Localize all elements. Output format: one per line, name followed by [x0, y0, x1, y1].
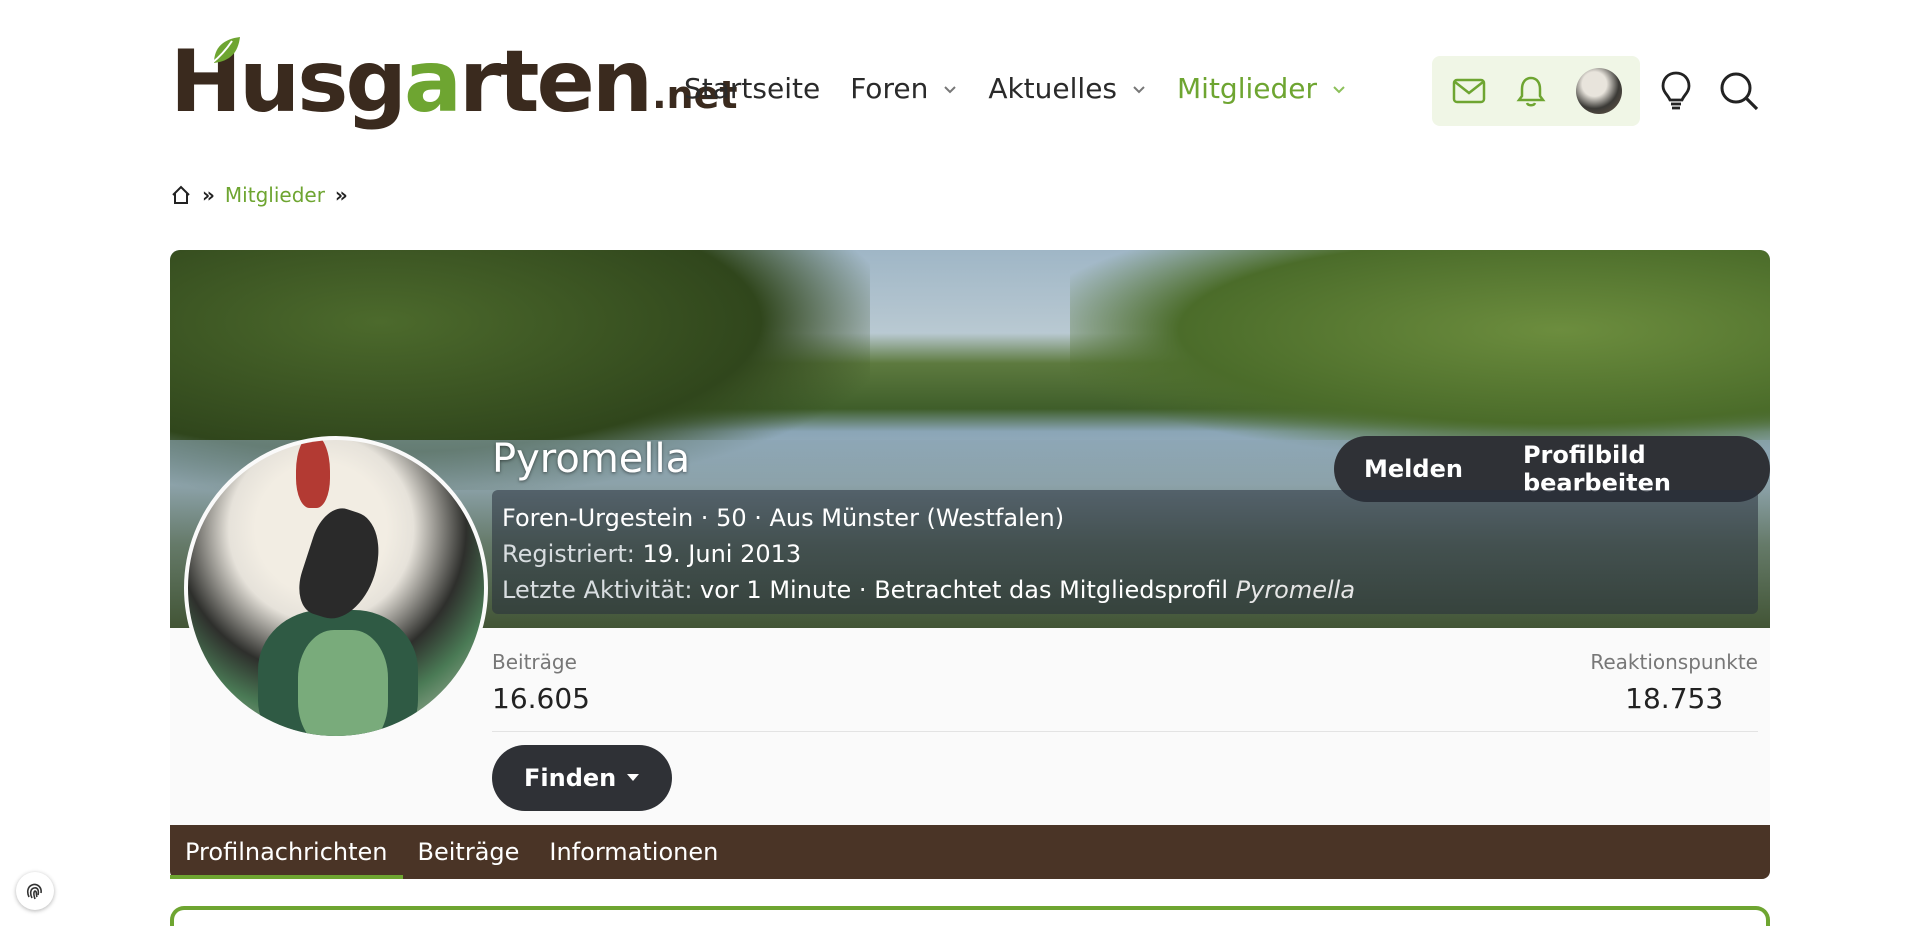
profile-stats: Beiträge 16.605 Reaktionspunkte 18.753	[492, 650, 1758, 715]
home-icon[interactable]	[170, 184, 192, 206]
stat-reactions-value: 18.753	[1625, 682, 1724, 715]
user-toolbar	[1432, 56, 1640, 126]
profile-tabs: Profilnachrichten Beiträge Informationen	[170, 825, 1770, 879]
profile-card: Pyromella Melden Profilbild bearbeiten F…	[170, 250, 1770, 879]
edit-banner-button[interactable]: Profilbild bearbeiten	[1523, 441, 1740, 497]
activity-label: Letzte Aktivität:	[502, 576, 693, 604]
nav-label: Mitglieder	[1177, 72, 1318, 105]
site-logo[interactable]: Husgarten .net	[170, 30, 738, 125]
breadcrumb-separator: »	[202, 183, 215, 207]
profile-last-activity: Letzte Aktivität: vor 1 Minute · Betrach…	[502, 572, 1748, 608]
activity-target-link[interactable]: Pyromella	[1236, 576, 1355, 604]
find-label: Finden	[524, 764, 617, 792]
content-panel-top	[170, 906, 1770, 926]
registered-label: Registriert:	[502, 540, 635, 568]
find-button[interactable]: Finden	[492, 745, 673, 811]
chevron-down-icon[interactable]	[1331, 81, 1347, 97]
stat-reactions-label: Reaktionspunkte	[1590, 650, 1758, 674]
tab-informationen[interactable]: Informationen	[534, 825, 733, 879]
main-nav: Startseite Foren Aktuelles Mitglieder	[684, 72, 1377, 105]
avatar-figure-comb	[296, 440, 330, 508]
avatar-figure-beak	[290, 501, 392, 629]
activity-value: vor 1 Minute · Betrachtet das Mitgliedsp…	[700, 576, 1228, 604]
avatar-figure-chest	[298, 630, 388, 736]
nav-startseite[interactable]: Startseite	[684, 72, 820, 105]
profile-title-line: Foren-Urgestein · 50 · Aus Münster (West…	[502, 504, 1065, 532]
chevron-down-icon[interactable]	[1131, 81, 1147, 97]
stat-posts-label: Beiträge	[492, 650, 577, 674]
stats-divider	[492, 731, 1758, 732]
user-avatar[interactable]	[1576, 68, 1622, 114]
profile-name: Pyromella	[492, 436, 691, 482]
caret-down-icon	[627, 774, 640, 781]
logo-wordmark: Husgarten	[170, 32, 653, 132]
registered-value: 19. Juni 2013	[642, 540, 802, 568]
mail-icon[interactable]	[1452, 77, 1486, 105]
nav-label: Startseite	[684, 72, 821, 105]
nav-label: Foren	[850, 72, 929, 105]
nav-foren[interactable]: Foren	[850, 72, 958, 105]
profile-avatar[interactable]	[184, 436, 488, 740]
lightbulb-icon[interactable]	[1660, 70, 1692, 112]
profile-info-box: Foren-Urgestein · 50 · Aus Münster (West…	[492, 490, 1758, 614]
nav-mitglieder[interactable]: Mitglieder	[1177, 72, 1347, 105]
breadcrumb: » Mitglieder »	[170, 183, 348, 207]
stat-reactions: Reaktionspunkte 18.753	[1590, 650, 1758, 715]
stat-posts[interactable]: Beiträge 16.605	[492, 650, 1758, 715]
nav-label: Aktuelles	[988, 72, 1118, 105]
bell-icon[interactable]	[1516, 75, 1546, 107]
report-button[interactable]: Melden	[1364, 455, 1463, 483]
profile-registered: Registriert: 19. Juni 2013	[502, 536, 1748, 572]
stat-posts-value: 16.605	[492, 682, 590, 715]
nav-aktuelles[interactable]: Aktuelles	[988, 72, 1147, 105]
search-icon[interactable]	[1718, 70, 1760, 112]
breadcrumb-separator: »	[334, 183, 348, 207]
chevron-down-icon[interactable]	[942, 81, 958, 97]
fingerprint-icon[interactable]	[16, 872, 54, 910]
fingerprint-glyph	[26, 883, 42, 900]
tab-profilnachrichten[interactable]: Profilnachrichten	[170, 825, 403, 879]
breadcrumb-item-mitglieder[interactable]: Mitglieder	[225, 183, 325, 207]
tab-beitraege[interactable]: Beiträge	[403, 825, 535, 879]
banner-trees-right	[1070, 250, 1770, 450]
leaf-icon	[211, 37, 240, 64]
